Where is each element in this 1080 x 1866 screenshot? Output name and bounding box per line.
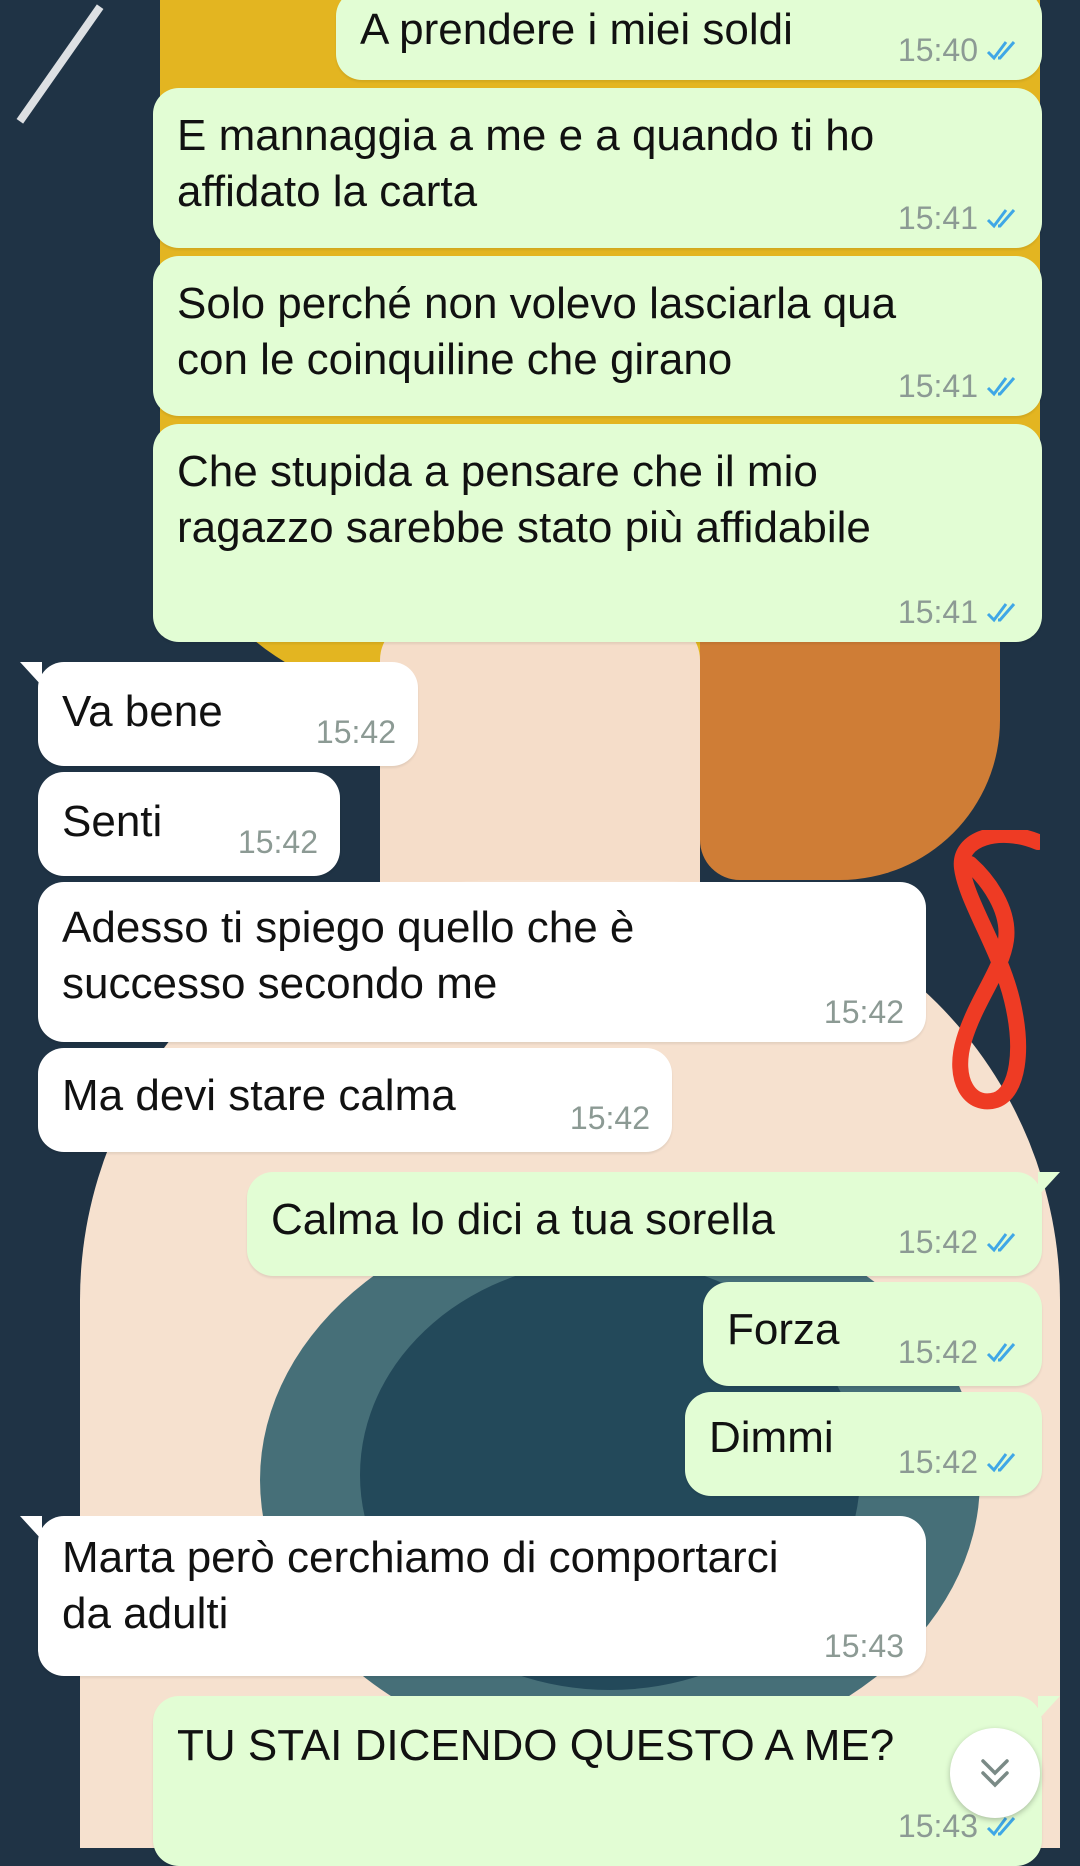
- double-check-icon: [986, 377, 1016, 397]
- message-time: 15:42: [315, 714, 396, 750]
- message-bubble-outgoing[interactable]: Solo perché non volevo lasciarla qua con…: [153, 256, 1042, 416]
- message-time: 15:40: [897, 32, 978, 68]
- message-bubble-outgoing[interactable]: A prendere i miei soldi 15:40: [336, 0, 1042, 80]
- message-meta: 15:42: [898, 1222, 1020, 1262]
- message-time: 15:42: [897, 1224, 978, 1260]
- double-check-icon: [986, 603, 1016, 623]
- double-check-icon: [986, 1343, 1016, 1363]
- message-time: 15:42: [569, 1100, 650, 1136]
- message-text: E mannaggia a me e a quando ti ho affida…: [177, 111, 875, 216]
- message-meta: 15:42: [238, 822, 318, 862]
- message-bubble-outgoing[interactable]: Calma lo dici a tua sorella 15:42: [247, 1172, 1060, 1276]
- double-check-icon: [986, 1453, 1016, 1473]
- message-time: 15:42: [823, 994, 904, 1030]
- message-bubble-incoming[interactable]: Adesso ti spiego quello che è successo s…: [38, 882, 926, 1042]
- message-meta: 15:42: [570, 1098, 650, 1138]
- message-bubble-outgoing[interactable]: Dimmi 15:42: [685, 1392, 1042, 1496]
- message-meta: 15:42: [824, 992, 904, 1032]
- message-time: 15:41: [897, 200, 978, 236]
- message-time: 15:42: [897, 1334, 978, 1370]
- message-text: Senti: [62, 797, 163, 846]
- message-bubble-incoming[interactable]: Senti 15:42: [38, 772, 340, 876]
- message-bubble-incoming[interactable]: Marta però cerchiamo di comportarci da a…: [20, 1516, 926, 1676]
- bubble-tail: [1038, 1172, 1060, 1196]
- double-chevron-down-icon: [981, 1759, 1009, 1788]
- bubble-tail: [1038, 1696, 1060, 1720]
- message-bubble-outgoing[interactable]: Che stupida a pensare che il mio ragazzo…: [153, 424, 1042, 642]
- message-text: Forza: [727, 1305, 840, 1354]
- message-time: 15:42: [237, 824, 318, 860]
- message-meta: 15:42: [316, 712, 396, 752]
- double-check-icon: [986, 1233, 1016, 1253]
- hand-drawn-annotation: [952, 830, 1040, 1110]
- message-text: TU STAI DICENDO QUESTO A ME?: [177, 1721, 895, 1770]
- wallpaper-shape: [16, 4, 104, 124]
- message-bubble-incoming[interactable]: Ma devi stare calma 15:42: [38, 1048, 672, 1152]
- message-time: 15:41: [897, 594, 978, 630]
- message-time: 15:42: [897, 1444, 978, 1480]
- double-check-icon: [986, 41, 1016, 61]
- message-meta: 15:41: [898, 592, 1020, 632]
- message-time: 15:41: [897, 368, 978, 404]
- message-text: Ma devi stare calma: [62, 1071, 456, 1120]
- message-text: Calma lo dici a tua sorella: [271, 1195, 775, 1244]
- message-time: 15:43: [897, 1808, 978, 1844]
- message-bubble-outgoing[interactable]: TU STAI DICENDO QUESTO A ME? 15:43: [153, 1696, 1060, 1866]
- message-text: Marta però cerchiamo di comportarci da a…: [62, 1533, 779, 1638]
- double-check-icon: [986, 209, 1016, 229]
- bubble-tail: [20, 1516, 42, 1540]
- scroll-to-bottom-button[interactable]: [950, 1728, 1040, 1818]
- message-text: Va bene: [62, 687, 223, 736]
- message-meta: 15:41: [898, 198, 1020, 238]
- message-meta: 15:42: [898, 1332, 1020, 1372]
- message-text: Che stupida a pensare che il mio ragazzo…: [177, 447, 871, 552]
- message-meta: 15:42: [898, 1442, 1020, 1482]
- message-text: A prendere i miei soldi: [360, 5, 793, 54]
- message-bubble-incoming[interactable]: Va bene 15:42: [20, 662, 418, 766]
- message-bubble-outgoing[interactable]: Forza 15:42: [703, 1282, 1042, 1386]
- message-bubble-outgoing[interactable]: E mannaggia a me e a quando ti ho affida…: [153, 88, 1042, 248]
- message-time: 15:43: [823, 1628, 904, 1664]
- message-meta: 15:41: [898, 366, 1020, 406]
- message-meta: 15:40: [898, 30, 1020, 70]
- message-text: Solo perché non volevo lasciarla qua con…: [177, 279, 897, 384]
- message-text: Dimmi: [709, 1413, 834, 1462]
- bubble-tail: [20, 662, 42, 686]
- message-text: Adesso ti spiego quello che è successo s…: [62, 903, 635, 1008]
- message-meta: 15:43: [824, 1626, 904, 1666]
